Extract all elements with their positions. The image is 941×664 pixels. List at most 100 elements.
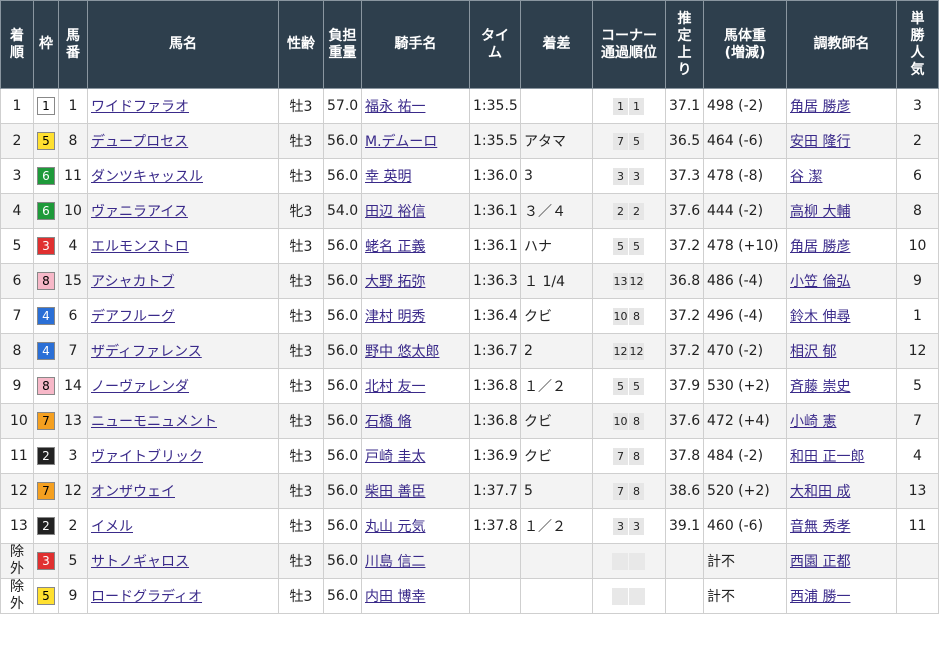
jockey-link[interactable]: M.デムーロ: [365, 134, 437, 150]
jockey-link[interactable]: 野中 悠太郎: [365, 344, 439, 360]
horse-name-cell[interactable]: デュープロセス: [87, 123, 279, 159]
jockey-link[interactable]: 柴田 善臣: [365, 484, 425, 500]
trainer-cell[interactable]: 小崎 憲: [786, 403, 897, 439]
trainer-cell[interactable]: 西浦 勝一: [786, 578, 897, 614]
jockey-cell[interactable]: 内田 博幸: [361, 578, 470, 614]
jockey-link[interactable]: 北村 友一: [365, 379, 425, 395]
horse-name-link[interactable]: ニューモニュメント: [91, 414, 217, 430]
trainer-link[interactable]: 小崎 憲: [790, 414, 836, 430]
table-row: 2 5 8 デュープロセス 牡3 56.0 M.デムーロ 1:35.5 アタマ 7 5 36.5 464…: [0, 123, 939, 159]
trainer-cell[interactable]: 音無 秀孝: [786, 508, 897, 544]
jockey-cell[interactable]: 津村 明秀: [361, 298, 470, 334]
jockey-cell[interactable]: 北村 友一: [361, 368, 470, 404]
jockey-link[interactable]: 内田 博幸: [365, 589, 425, 605]
horse-name-link[interactable]: エルモンストロ: [91, 239, 189, 255]
horse-name-cell[interactable]: アシャカトブ: [87, 263, 279, 299]
jockey-cell[interactable]: 蛯名 正義: [361, 228, 470, 264]
jockey-link[interactable]: 蛯名 正義: [365, 239, 425, 255]
horse-name-link[interactable]: ヴァイトブリック: [91, 449, 203, 465]
trainer-link[interactable]: 安田 隆行: [790, 134, 850, 150]
jockey-cell[interactable]: 大野 拓弥: [361, 263, 470, 299]
jockey-link[interactable]: 幸 英明: [365, 169, 411, 185]
trainer-link[interactable]: 斉藤 崇史: [790, 379, 850, 395]
horse-name-cell[interactable]: イメル: [87, 508, 279, 544]
horse-name-cell[interactable]: ニューモニュメント: [87, 403, 279, 439]
trainer-cell[interactable]: 斉藤 崇史: [786, 368, 897, 404]
trainer-cell[interactable]: 角居 勝彦: [786, 88, 897, 124]
trainer-cell[interactable]: 相沢 郁: [786, 333, 897, 369]
jockey-cell[interactable]: 田辺 裕信: [361, 193, 470, 229]
jockey-link[interactable]: 田辺 裕信: [365, 204, 425, 220]
horse-name-link[interactable]: ワイドファラオ: [91, 99, 189, 115]
horse-name-cell[interactable]: エルモンストロ: [87, 228, 279, 264]
trainer-cell[interactable]: 高柳 大輔: [786, 193, 897, 229]
trainer-link[interactable]: 西園 正都: [790, 554, 850, 570]
sexage-cell: 牡3: [278, 438, 324, 474]
trainer-link[interactable]: 角居 勝彦: [790, 99, 850, 115]
rank-value: 13: [10, 517, 28, 534]
trainer-cell[interactable]: 鈴木 伸尋: [786, 298, 897, 334]
horse-name-link[interactable]: イメル: [91, 519, 133, 535]
horse-name-cell[interactable]: ヴァニラアイス: [87, 193, 279, 229]
trainer-link[interactable]: 谷 潔: [790, 169, 822, 185]
trainer-link[interactable]: 西浦 勝一: [790, 589, 850, 605]
weight-carried-cell: 56.0: [323, 228, 362, 264]
horse-name-link[interactable]: デュープロセス: [91, 134, 188, 150]
horse-name-link[interactable]: ヴァニラアイス: [91, 204, 188, 220]
horse-name-link[interactable]: ノーヴァレンダ: [91, 379, 189, 395]
table-row: 4 6 10 ヴァニラアイス 牝3 54.0 田辺 裕信 1:36.1 ３／４ 2 2 37.6 444…: [0, 193, 939, 229]
trainer-link[interactable]: 音無 秀孝: [790, 519, 850, 535]
horse-name-cell[interactable]: ザディファレンス: [87, 333, 279, 369]
horse-name-cell[interactable]: ダンツキャッスル: [87, 158, 279, 194]
jockey-cell[interactable]: 石橋 脩: [361, 403, 470, 439]
horse-name-link[interactable]: ザディファレンス: [91, 344, 202, 360]
trainer-cell[interactable]: 和田 正一郎: [786, 438, 897, 474]
trainer-link[interactable]: 和田 正一郎: [790, 449, 864, 465]
jockey-link[interactable]: 戸崎 圭太: [365, 449, 425, 465]
trainer-cell[interactable]: 安田 隆行: [786, 123, 897, 159]
jockey-link[interactable]: 津村 明秀: [365, 309, 425, 325]
jockey-cell[interactable]: M.デムーロ: [361, 123, 470, 159]
waku-badge: 4: [37, 342, 55, 360]
jockey-cell[interactable]: 野中 悠太郎: [361, 333, 470, 369]
jockey-cell[interactable]: 丸山 元気: [361, 508, 470, 544]
jockey-link[interactable]: 大野 拓弥: [365, 274, 425, 290]
trainer-link[interactable]: 小笠 倫弘: [790, 274, 850, 290]
jockey-cell[interactable]: 幸 英明: [361, 158, 470, 194]
horse-name-cell[interactable]: ノーヴァレンダ: [87, 368, 279, 404]
horse-name-cell[interactable]: ロードグラディオ: [87, 578, 279, 614]
umaban-cell: 12: [58, 473, 88, 509]
horse-name-cell[interactable]: ヴァイトブリック: [87, 438, 279, 474]
horse-name-cell[interactable]: サトノギャロス: [87, 543, 279, 579]
trainer-cell[interactable]: 小笠 倫弘: [786, 263, 897, 299]
waku-badge: 6: [37, 202, 55, 220]
trainer-cell[interactable]: 大和田 成: [786, 473, 897, 509]
trainer-cell[interactable]: 西園 正都: [786, 543, 897, 579]
jockey-cell[interactable]: 福永 祐一: [361, 88, 470, 124]
trainer-link[interactable]: 高柳 大輔: [790, 204, 850, 220]
horse-name-cell[interactable]: デアフルーグ: [87, 298, 279, 334]
horse-name-link[interactable]: ロードグラディオ: [91, 589, 202, 605]
trainer-link[interactable]: 角居 勝彦: [790, 239, 850, 255]
trainer-link[interactable]: 相沢 郁: [790, 344, 836, 360]
trainer-link[interactable]: 大和田 成: [790, 484, 850, 500]
trainer-cell[interactable]: 角居 勝彦: [786, 228, 897, 264]
jockey-link[interactable]: 福永 祐一: [365, 99, 425, 115]
horse-name-link[interactable]: アシャカトブ: [91, 274, 174, 290]
header-popularity-label: 単勝人気: [910, 10, 925, 78]
jockey-cell[interactable]: 柴田 善臣: [361, 473, 470, 509]
jockey-cell[interactable]: 戸崎 圭太: [361, 438, 470, 474]
jockey-link[interactable]: 石橋 脩: [365, 414, 411, 430]
horse-name-link[interactable]: オンザウェイ: [91, 484, 175, 500]
jockey-cell[interactable]: 川島 信二: [361, 543, 470, 579]
corner-positions: 22: [613, 202, 645, 220]
jockey-link[interactable]: 川島 信二: [365, 554, 425, 570]
trainer-link[interactable]: 鈴木 伸尋: [790, 309, 850, 325]
horse-name-cell[interactable]: オンザウェイ: [87, 473, 279, 509]
trainer-cell[interactable]: 谷 潔: [786, 158, 897, 194]
horse-name-link[interactable]: ダンツキャッスル: [91, 169, 203, 185]
horse-name-cell[interactable]: ワイドファラオ: [87, 88, 279, 124]
horse-name-link[interactable]: サトノギャロス: [91, 554, 189, 570]
jockey-link[interactable]: 丸山 元気: [365, 519, 425, 535]
horse-name-link[interactable]: デアフルーグ: [91, 309, 175, 325]
